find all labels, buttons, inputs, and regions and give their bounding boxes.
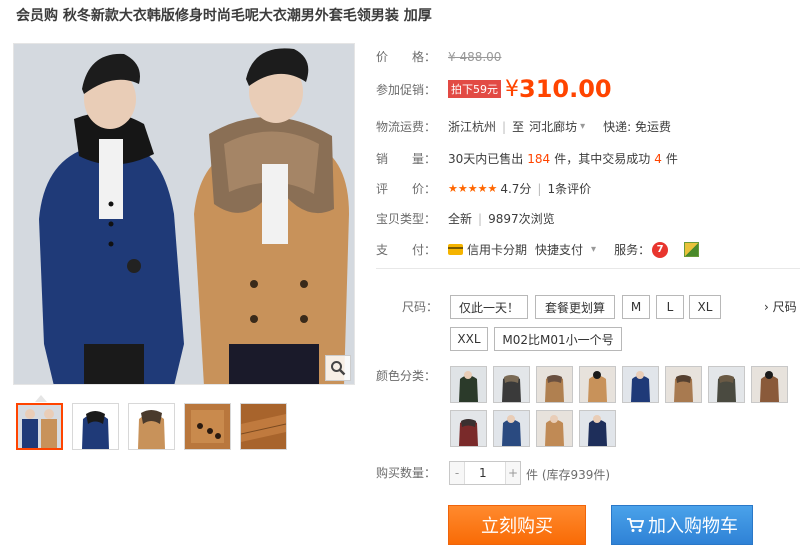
color-swatch-1[interactable] xyxy=(450,366,487,403)
shopping-cart-icon xyxy=(627,518,644,532)
item-type-label: 宝贝类型： xyxy=(376,212,437,226)
thumbnail-3[interactable] xyxy=(128,403,175,450)
sales-label: 销 量： xyxy=(376,152,437,166)
color-swatch-9[interactable] xyxy=(450,410,487,447)
rating-row: 评 价： ★★★★★ 4.7分 | 1条评价 xyxy=(376,180,591,197)
payment-row: 支 付： 信用卡分期 快捷支付 ▾ 服务： 7 xyxy=(376,241,700,258)
color-swatch-11[interactable] xyxy=(536,410,573,447)
rating-score: 4.7分 xyxy=(500,182,532,196)
credit-card-icon xyxy=(448,244,463,255)
stock-text: 件 (库存939件) xyxy=(526,468,611,482)
size-option-1[interactable]: 仅此一天！ xyxy=(450,295,528,319)
quantity-increment-button[interactable]: + xyxy=(506,462,520,484)
price-row: 价 格： ¥ 488.00 xyxy=(376,48,501,65)
promo-tag[interactable]: 拍下59元 xyxy=(448,80,501,98)
color-swatch-6[interactable] xyxy=(665,366,702,403)
thumb-pointer xyxy=(35,395,47,402)
thumbnail-1[interactable] xyxy=(16,403,63,450)
add-to-cart-label: 加入购物车 xyxy=(648,516,738,537)
color-swatch-5[interactable] xyxy=(622,366,659,403)
size-option-2[interactable]: 套餐更划算 xyxy=(535,295,615,319)
size-option-xxl[interactable]: XXL xyxy=(450,327,488,351)
quantity-input[interactable]: 1 xyxy=(464,462,506,484)
item-views: 9897次浏览 xyxy=(488,212,555,226)
chevron-down-icon[interactable]: ▾ xyxy=(591,244,596,255)
rating-label: 评 价： xyxy=(376,182,437,196)
price-label: 价 格： xyxy=(376,50,437,64)
sales-count: 184 xyxy=(527,151,551,166)
color-swatch-12[interactable] xyxy=(579,410,616,447)
color-label: 颜色分类： xyxy=(376,369,437,383)
sales-success: 4 xyxy=(654,151,662,166)
separator: | xyxy=(478,211,483,226)
quantity-label: 购买数量： xyxy=(376,466,437,480)
size-option-l[interactable]: L xyxy=(656,295,684,319)
size-label: 尺码： xyxy=(402,300,439,314)
separator: | xyxy=(502,119,507,134)
quantity-decrement-button[interactable]: - xyxy=(450,462,464,484)
divider xyxy=(376,268,800,269)
sales-row: 销 量： 30天内已售出 184 件，其中交易成功 4 件 xyxy=(376,150,678,167)
sales-prefix: 30天内已售出 xyxy=(448,152,524,166)
rating-reviews[interactable]: 1条评价 xyxy=(547,180,591,197)
buy-now-button[interactable]: 立刻购买 xyxy=(448,505,586,545)
promo-price: 310.00 xyxy=(519,75,612,103)
credit-installment[interactable]: 信用卡分期 xyxy=(467,241,527,258)
color-swatch-10[interactable] xyxy=(493,410,530,447)
size-option-m[interactable]: M xyxy=(622,295,650,319)
size-chart-link[interactable]: › 尺码 xyxy=(764,298,797,315)
magnifier-icon xyxy=(331,361,346,376)
add-to-cart-button[interactable]: 加入购物车 xyxy=(611,505,753,545)
size-option-xl[interactable]: XL xyxy=(689,295,721,319)
service-label: 服务： xyxy=(614,243,651,257)
main-product-image[interactable] xyxy=(13,43,355,385)
quantity-stepper: - 1 + xyxy=(449,461,521,485)
shipping-destination[interactable]: 河北廊坊 xyxy=(529,118,577,135)
promo-currency: ¥ xyxy=(505,76,519,102)
shipping-to-prefix: 至 xyxy=(512,120,525,134)
original-price: ¥ 488.00 xyxy=(448,49,502,64)
color-swatch-4[interactable] xyxy=(579,366,616,403)
chevron-down-icon[interactable]: ▾ xyxy=(580,121,585,132)
shipping-label: 物流运费： xyxy=(376,120,437,134)
product-title: 会员购 秋冬新款大衣韩版修身时尚毛呢大衣潮男外套毛领男装 加厚 xyxy=(16,8,432,24)
thumbnail-strip xyxy=(16,403,287,450)
zoom-button[interactable] xyxy=(325,355,351,381)
item-type-row: 宝贝类型： 全新 | 9897次浏览 xyxy=(376,210,555,227)
separator: | xyxy=(537,181,542,196)
quick-pay[interactable]: 快捷支付 xyxy=(535,241,583,258)
rating-stars: ★★★★★ xyxy=(448,182,498,195)
color-swatch-2[interactable] xyxy=(493,366,530,403)
sales-mid: 件，其中交易成功 xyxy=(554,152,651,166)
color-swatch-7[interactable] xyxy=(708,366,745,403)
thumbnail-2[interactable] xyxy=(72,403,119,450)
thumbnail-4[interactable] xyxy=(184,403,231,450)
color-swatch-3[interactable] xyxy=(536,366,573,403)
guarantee-icon[interactable] xyxy=(684,242,700,257)
item-condition: 全新 xyxy=(448,212,473,226)
models-illustration xyxy=(14,44,354,384)
shipping-from: 浙江杭州 xyxy=(448,120,497,134)
thumbnail-5[interactable] xyxy=(240,403,287,450)
promo-label: 参加促销： xyxy=(376,82,437,97)
shipping-row: 物流运费： 浙江杭州 | 至 河北廊坊 ▾ 快递: 免运费 xyxy=(376,118,671,135)
size-option-note[interactable]: M02比M01小一个号 xyxy=(494,327,622,351)
shipping-fee: 快递: 免运费 xyxy=(603,120,671,134)
seven-day-return-icon[interactable]: 7 xyxy=(652,241,669,258)
color-swatch-8[interactable] xyxy=(751,366,788,403)
promo-row: 参加促销： 拍下59元 ¥ 310.00 xyxy=(376,75,612,103)
payment-label: 支 付： xyxy=(376,243,437,257)
sales-suffix: 件 xyxy=(665,152,678,166)
buy-now-label: 立刻购买 xyxy=(481,516,553,537)
